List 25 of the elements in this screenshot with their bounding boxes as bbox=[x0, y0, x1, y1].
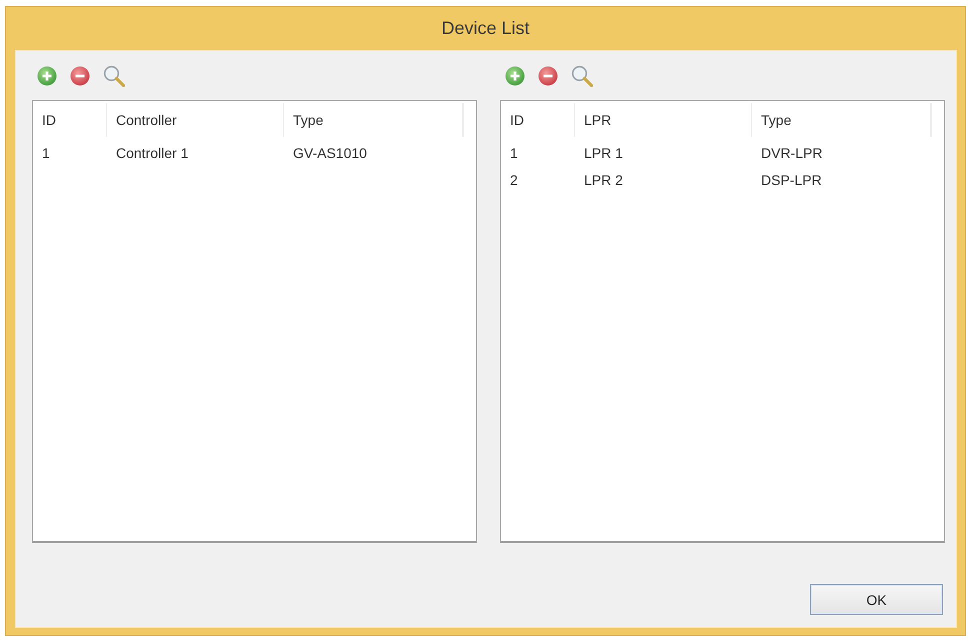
table-cell-text: GV-AS1010 bbox=[292, 144, 368, 160]
window-title: Device List bbox=[441, 18, 530, 39]
column-header[interactable]: LPR bbox=[575, 103, 752, 137]
remove-icon[interactable] bbox=[538, 66, 558, 86]
column-header[interactable]: Controller bbox=[107, 103, 284, 137]
table-cell-text: 1 bbox=[41, 144, 51, 160]
column-header[interactable]: Type bbox=[752, 103, 931, 137]
column-header[interactable]: ID bbox=[501, 103, 575, 137]
table-cell-text: LPR 1 bbox=[583, 144, 624, 160]
ok-button[interactable]: OK bbox=[810, 584, 943, 615]
add-icon[interactable] bbox=[37, 66, 57, 86]
table-cell-text: 1 bbox=[509, 144, 519, 160]
table-cell-text: Controller 1 bbox=[115, 144, 190, 160]
column-header[interactable]: ID bbox=[33, 103, 107, 137]
add-icon[interactable] bbox=[505, 66, 525, 86]
search-icon[interactable] bbox=[571, 64, 593, 86]
column-header[interactable]: Type bbox=[284, 103, 463, 137]
table-cell-text: 2 bbox=[509, 172, 519, 188]
device-list[interactable]: ID Controller Type 1 Controller 1 GV-AS1010 bbox=[32, 100, 477, 543]
search-icon[interactable] bbox=[103, 64, 125, 86]
remove-icon[interactable] bbox=[70, 66, 90, 86]
table-cell-text: DSP-LPR bbox=[760, 172, 823, 188]
table-cell-text: LPR 2 bbox=[583, 172, 624, 188]
device-list[interactable]: ID LPR Type 1 LPR 1 DVR-LPR 2 LPR 2 DSP-LPR bbox=[500, 100, 945, 543]
table-cell-text: DVR-LPR bbox=[760, 144, 824, 160]
